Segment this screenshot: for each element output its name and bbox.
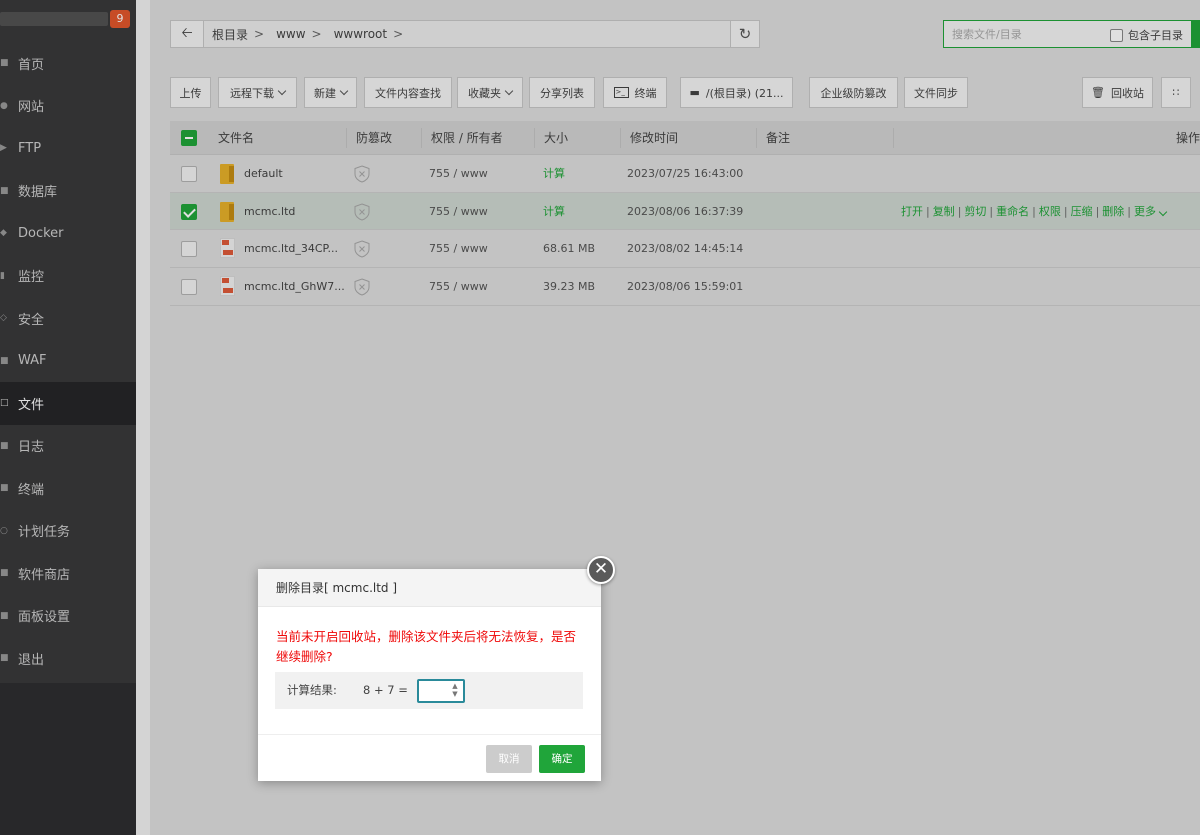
dialog-title: 删除目录[ mcmc.ltd ]	[258, 569, 601, 607]
delete-dialog: 删除目录[ mcmc.ltd ] ✕ 当前未开启回收站，删除该文件夹后将无法恢复…	[258, 556, 615, 781]
captcha-box: 计算结果: 8 + 7 = ▲ ▼	[275, 672, 583, 709]
confirm-button[interactable]: 确定	[539, 745, 585, 773]
cancel-button[interactable]: 取消	[486, 745, 532, 773]
close-icon[interactable]: ✕	[587, 556, 615, 584]
calc-label: 计算结果:	[287, 683, 337, 697]
dialog-footer: 取消 确定	[258, 734, 601, 781]
calc-expression: 8 + 7 =	[363, 683, 408, 697]
delete-warning: 当前未开启回收站，删除该文件夹后将无法恢复，是否继续删除?	[276, 629, 577, 664]
number-stepper[interactable]: ▲ ▼	[449, 682, 461, 700]
